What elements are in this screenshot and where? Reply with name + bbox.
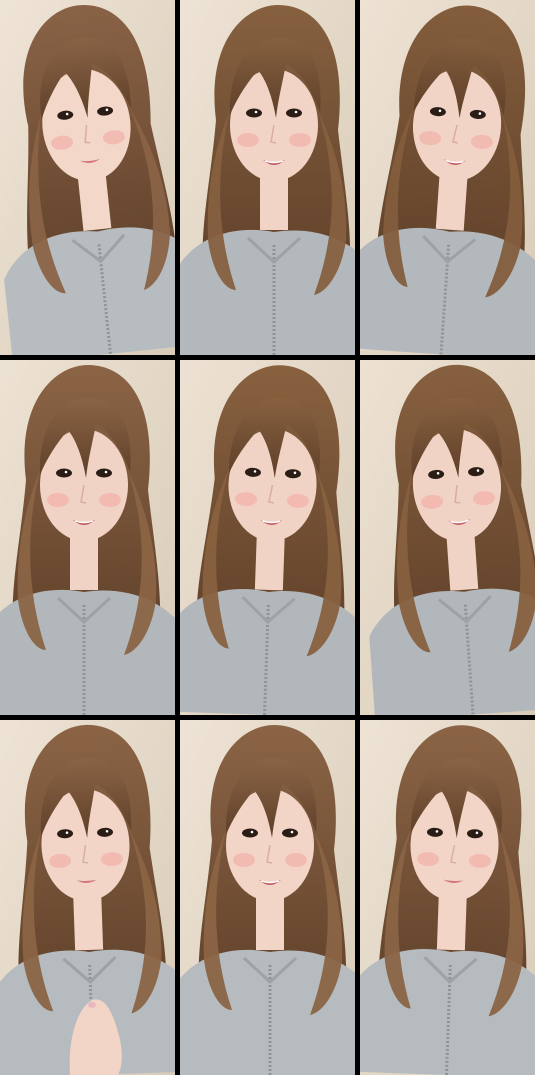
neck	[70, 535, 98, 590]
portrait-illustration	[360, 720, 535, 1075]
photo-frame-2	[180, 0, 355, 355]
eye-right	[282, 828, 298, 838]
eye-left	[242, 828, 258, 838]
photo-frame-9	[360, 720, 535, 1075]
cheek-right	[99, 493, 121, 507]
neck	[436, 894, 467, 951]
photo-frame-7	[0, 720, 175, 1075]
photo-frame-5	[180, 360, 355, 715]
photo-frame-3	[360, 0, 535, 355]
cheek-left	[233, 853, 255, 867]
portrait-illustration	[0, 0, 175, 355]
eye-right	[96, 468, 112, 478]
neck	[256, 895, 284, 950]
eye-left	[56, 468, 72, 478]
neck	[446, 533, 479, 591]
photo-frame-8	[180, 720, 355, 1075]
neck	[73, 894, 104, 951]
portrait-illustration	[180, 0, 355, 355]
cheek-left	[47, 493, 69, 507]
photo-frame-4	[0, 360, 175, 715]
portrait-illustration	[0, 360, 175, 715]
portrait-illustration	[360, 360, 535, 715]
neck	[435, 173, 468, 231]
photo-frame-1	[0, 0, 175, 355]
neck	[260, 175, 288, 230]
portrait-illustration	[180, 360, 355, 715]
eye-left	[246, 108, 262, 118]
photo-frame-6	[360, 360, 535, 715]
cheek-right	[285, 853, 307, 867]
cheek-right	[289, 133, 311, 147]
portrait-illustration	[0, 720, 175, 1075]
eye-right	[286, 108, 302, 118]
neck	[254, 534, 285, 591]
photo-grid	[0, 0, 535, 1075]
portrait-illustration	[180, 720, 355, 1075]
portrait-illustration	[360, 0, 535, 355]
cheek-left	[237, 133, 259, 147]
neck	[77, 173, 112, 231]
